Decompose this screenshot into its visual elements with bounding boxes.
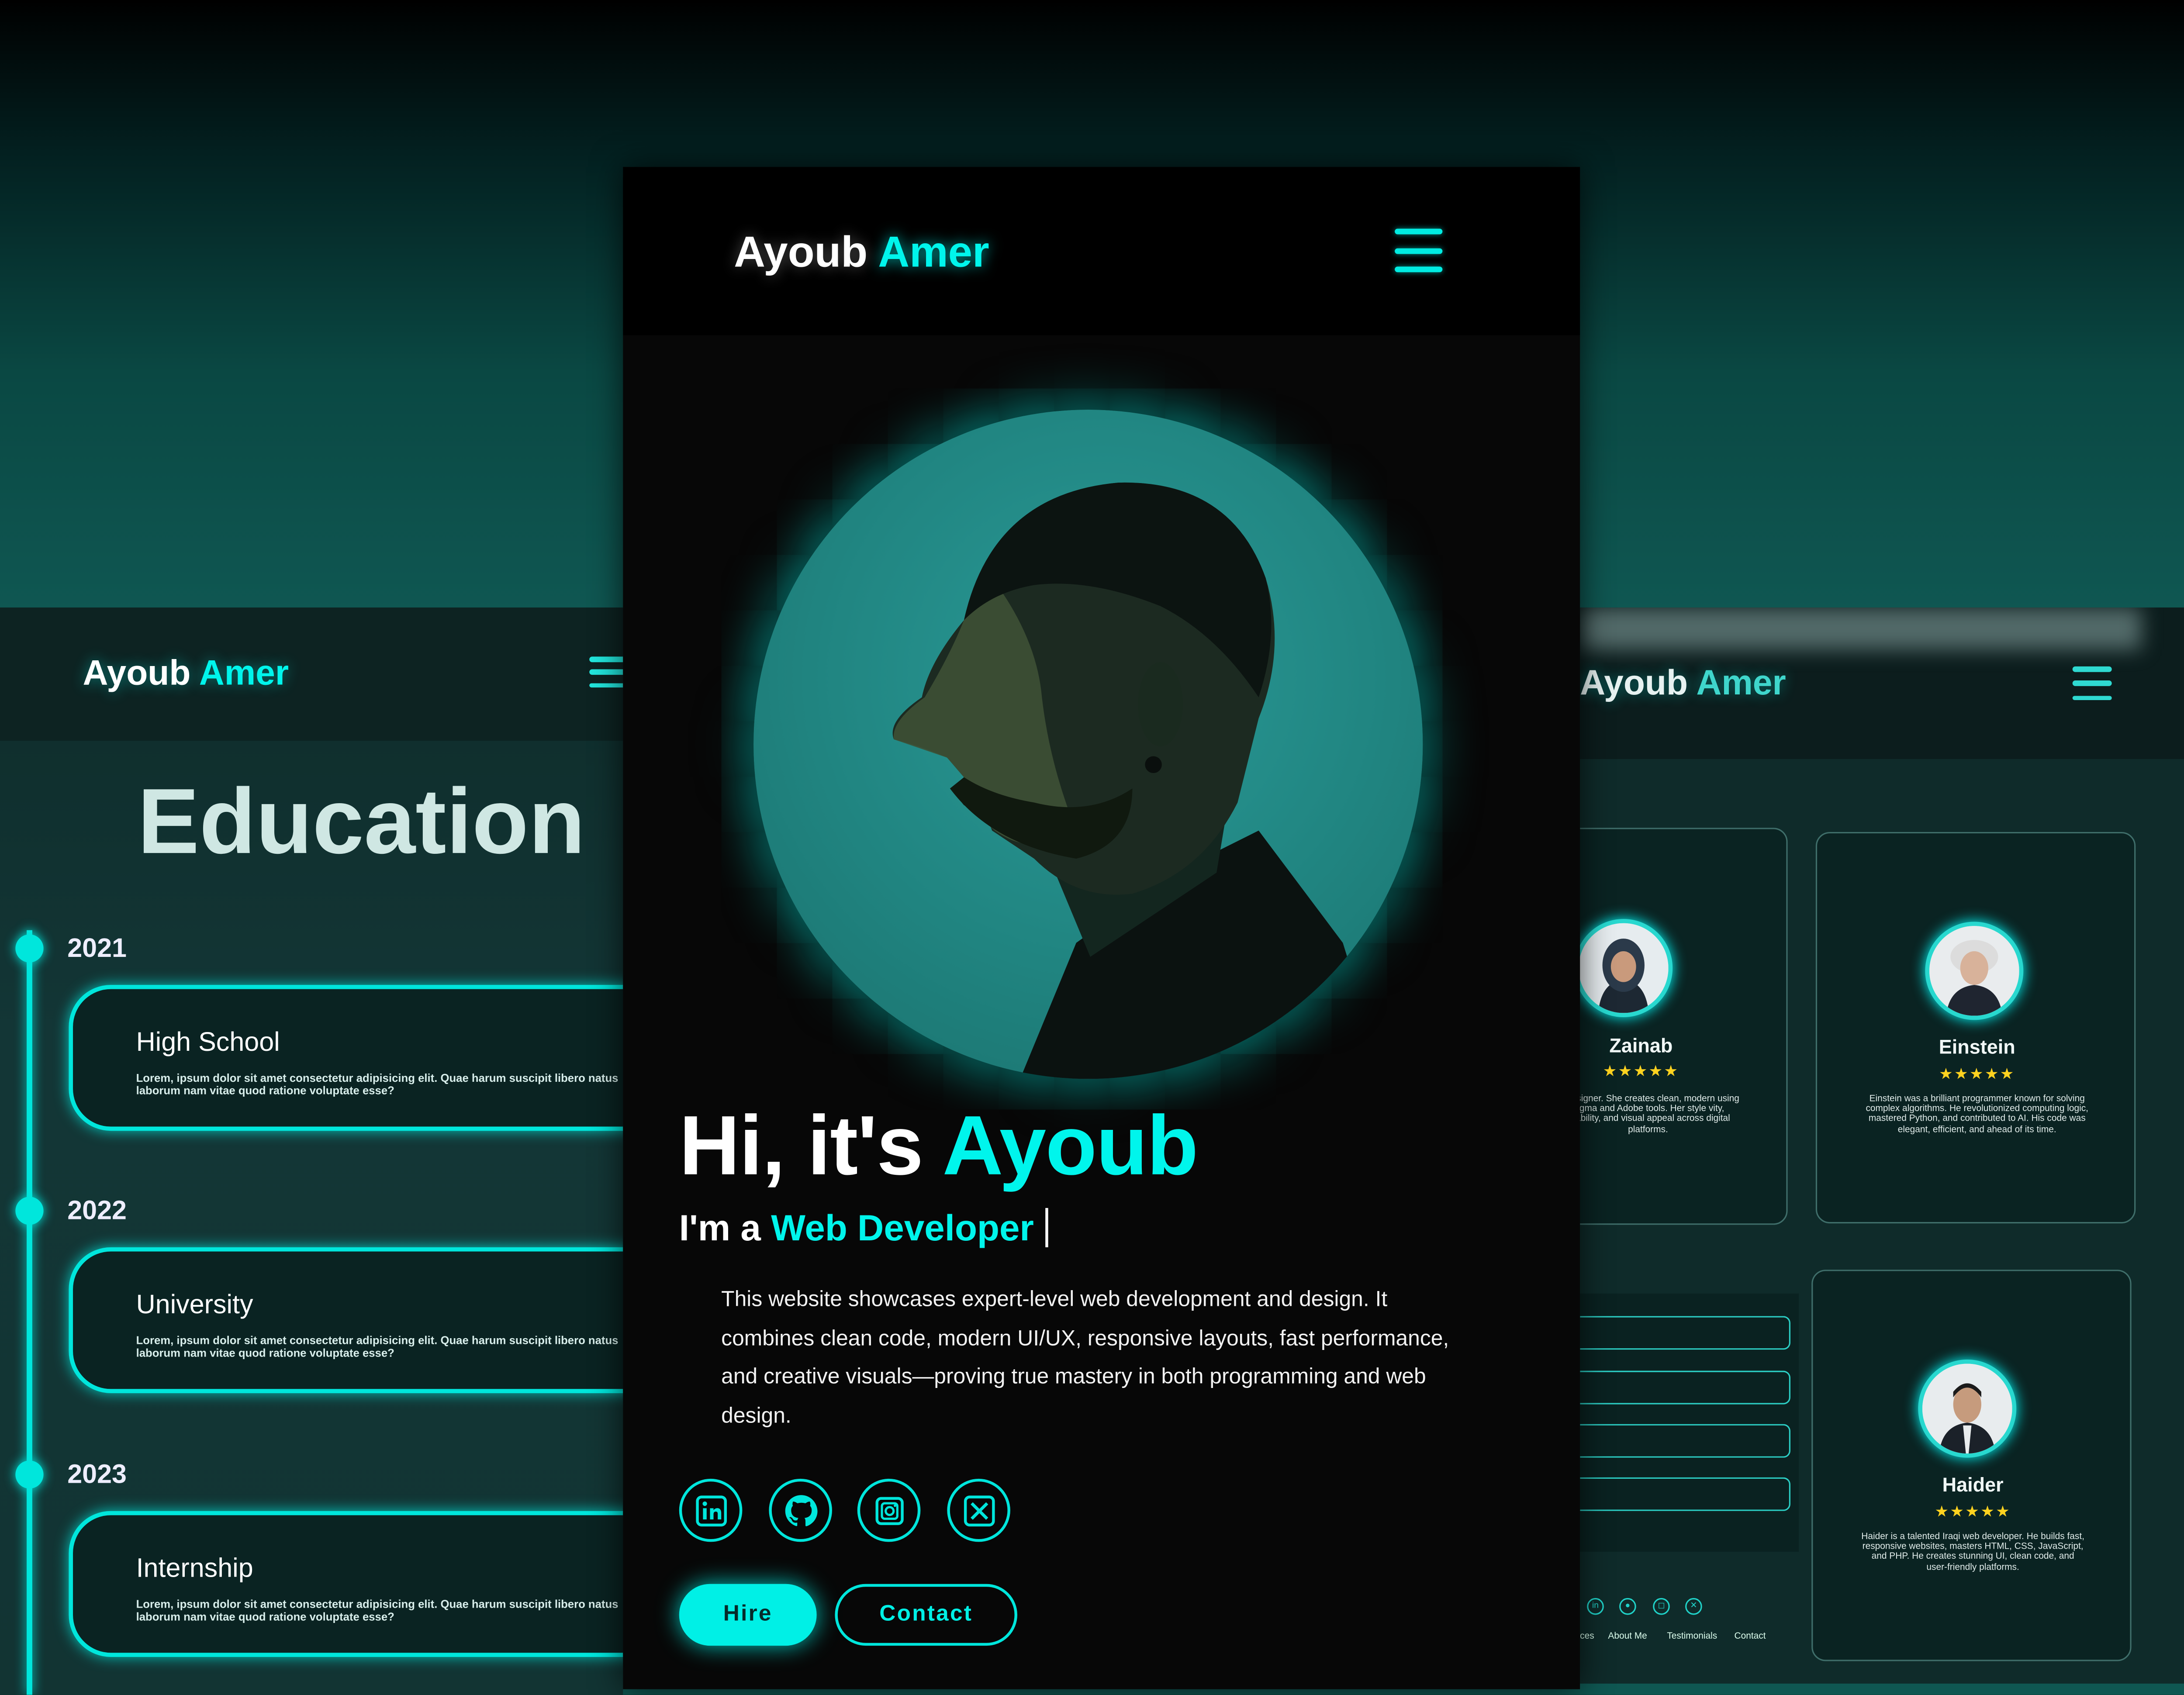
hamburger-icon[interactable] — [1395, 228, 1443, 273]
logo[interactable]: Ayoub Amer — [734, 227, 989, 278]
message-field[interactable] — [1580, 1477, 1791, 1511]
testimonial-card: Haider ★★★★★ Haider is a talented Iraqi … — [1811, 1270, 2132, 1661]
timeline-year: 2023 — [67, 1460, 127, 1490]
logo[interactable]: Ayoub Amer — [1580, 663, 1786, 704]
avatar — [1918, 1359, 2017, 1458]
footer-link[interactable]: ces — [1580, 1632, 1594, 1641]
testimonials-panel: Ayoub Amer Zainab ★★★★★ gi designer. She… — [1580, 607, 2184, 1684]
hire-button[interactable]: Hire — [679, 1584, 817, 1646]
logo-last-name: Amer — [199, 653, 289, 693]
section-title: Education — [137, 769, 585, 873]
navbar: Ayoub Amer — [0, 607, 623, 741]
instagram-icon[interactable]: ◻ — [1653, 1598, 1670, 1615]
greeting-name: Ayoub — [942, 1098, 1198, 1193]
github-icon[interactable] — [769, 1478, 832, 1542]
name-field[interactable] — [1580, 1316, 1791, 1350]
linkedin-icon[interactable]: in — [1587, 1598, 1604, 1615]
timeline-year: 2021 — [67, 934, 127, 964]
timeline-card: Internship Lorem, ipsum dolor sit amet c… — [69, 1511, 623, 1657]
timeline-card-title: Internship — [136, 1554, 253, 1584]
rating-stars: ★★★★★ — [1603, 1063, 1679, 1081]
phone-field[interactable] — [1580, 1424, 1791, 1458]
contact-form — [1580, 1293, 1799, 1552]
testimonial-text: gi designer. She creates clean, modern u… — [1580, 1094, 1739, 1135]
avatar — [1925, 922, 2024, 1020]
footer-link-testimonials[interactable]: Testimonials — [1667, 1632, 1717, 1641]
testimonial-name: Einstein — [1939, 1035, 2015, 1058]
person-icon — [1929, 926, 2019, 1016]
timeline-dot — [15, 1460, 44, 1489]
hamburger-icon[interactable] — [2072, 666, 2112, 700]
blurred-strip — [1580, 607, 2142, 650]
instagram-icon[interactable] — [857, 1478, 921, 1542]
person-icon — [1580, 923, 1669, 1013]
logo-last-name: Amer — [1696, 663, 1786, 703]
testimonial-name: Haider — [1942, 1473, 2004, 1496]
navbar: Ayoub Amer — [623, 167, 1580, 335]
github-icon[interactable]: ● — [1619, 1598, 1636, 1615]
portrait-image — [892, 482, 1385, 1079]
rating-stars: ★★★★★ — [1935, 1504, 2011, 1521]
role-value: Web Developer — [771, 1206, 1034, 1249]
timeline-card-text: Lorem, ipsum dolor sit amet consectetur … — [136, 1072, 619, 1098]
timeline-dot — [15, 934, 44, 963]
footer-link-about[interactable]: About Me — [1608, 1632, 1647, 1641]
logo[interactable]: Ayoub Amer — [83, 654, 289, 694]
typing-caret — [1045, 1208, 1048, 1247]
footer-link-contact[interactable]: Contact — [1735, 1632, 1766, 1641]
logo-last-name: Amer — [878, 227, 989, 276]
timeline-card-title: University — [136, 1291, 253, 1320]
profile-portrait — [753, 410, 1423, 1079]
linkedin-icon[interactable] — [679, 1478, 743, 1542]
timeline-line — [27, 930, 32, 1695]
testimonial-text: Einstein was a brilliant programmer know… — [1866, 1094, 2089, 1135]
greeting-prefix: Hi, it's — [679, 1098, 923, 1193]
person-icon — [1922, 1364, 2012, 1454]
logo-first-name: Ayoub — [83, 653, 191, 693]
logo-first-name: Ayoub — [734, 227, 868, 276]
navbar: Ayoub Amer — [1580, 607, 2184, 759]
testimonial-name: Zainab — [1609, 1034, 1673, 1056]
timeline-dot — [15, 1197, 44, 1225]
testimonial-text: Haider is a talented Iraqi web developer… — [1861, 1532, 2084, 1572]
testimonial-card: Einstein ★★★★★ Einstein was a brilliant … — [1815, 832, 2136, 1224]
testimonial-card: Zainab ★★★★★ gi designer. She creates cl… — [1580, 828, 1788, 1225]
avatar — [1580, 919, 1673, 1017]
timeline-card-text: Lorem, ipsum dolor sit amet consectetur … — [136, 1598, 619, 1623]
logo-first-name: Ayoub — [1580, 663, 1688, 703]
role-prefix: I'm a — [679, 1206, 761, 1249]
timeline-card: University Lorem, ipsum dolor sit amet c… — [69, 1247, 623, 1393]
email-field[interactable] — [1580, 1370, 1791, 1405]
x-icon[interactable]: ✕ — [1685, 1598, 1702, 1615]
hero-greeting: Hi, it's Ayoub — [679, 1097, 1199, 1194]
education-panel: Ayoub Amer Education 2021 High School Lo… — [0, 607, 623, 1695]
timeline-year: 2022 — [67, 1197, 127, 1226]
rating-stars: ★★★★★ — [1939, 1066, 2015, 1083]
contact-button[interactable]: Contact — [835, 1584, 1017, 1646]
hamburger-icon[interactable] — [589, 656, 623, 688]
hero-role: I'm a Web Developer — [679, 1207, 1048, 1250]
timeline-card: High School Lorem, ipsum dolor sit amet … — [69, 985, 623, 1131]
x-icon[interactable] — [947, 1478, 1010, 1542]
hero-panel: Ayoub Amer Hi, it's Ayoub I'm a Web Deve… — [623, 167, 1580, 1689]
hero-description: This website showcases expert-level web … — [721, 1288, 1449, 1428]
timeline-card-title: High School — [136, 1028, 280, 1058]
timeline-card-text: Lorem, ipsum dolor sit amet consectetur … — [136, 1334, 619, 1360]
